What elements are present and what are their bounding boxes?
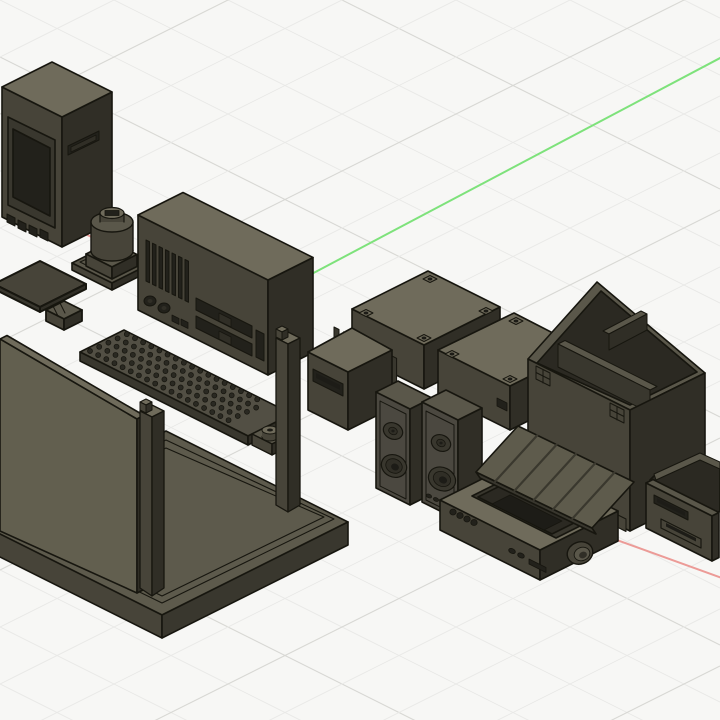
scene-svg xyxy=(0,0,720,720)
cad-viewport xyxy=(0,0,720,720)
